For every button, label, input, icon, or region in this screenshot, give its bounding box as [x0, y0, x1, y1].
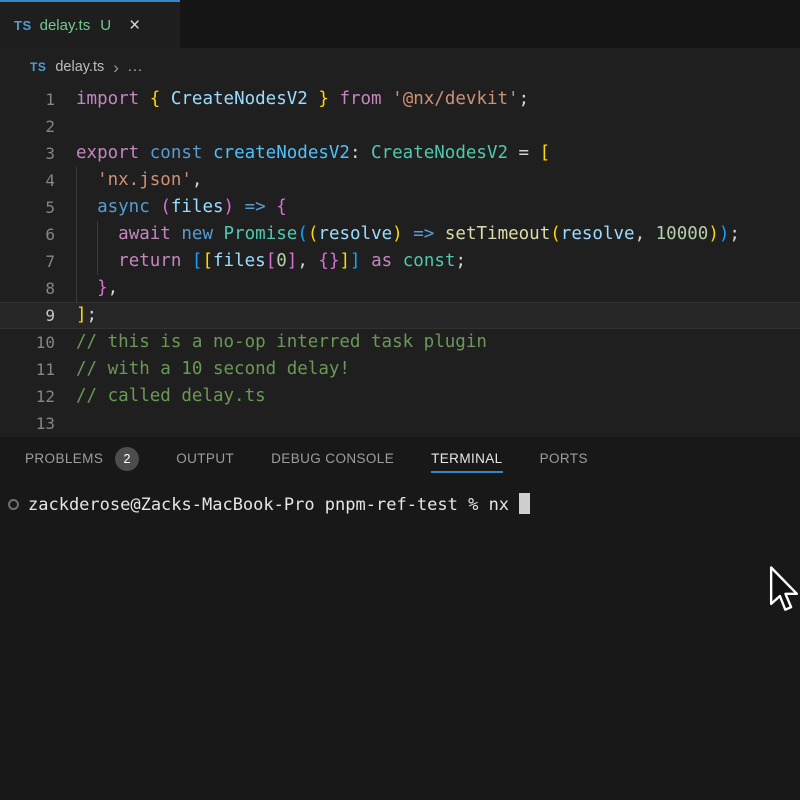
tab-delay-ts[interactable]: TS delay.ts U ×: [0, 0, 180, 48]
code-content: // this is a no-op interred task plugin: [76, 329, 487, 356]
code-content: 'nx.json',: [76, 167, 202, 194]
code-line-4[interactable]: 4 'nx.json',: [0, 167, 800, 194]
line-number: 10: [0, 329, 76, 356]
code-line-10[interactable]: 10// this is a no-op interred task plugi…: [0, 329, 800, 356]
line-number: 1: [0, 86, 76, 113]
indent-guide: [97, 221, 98, 248]
tab-filename: delay.ts: [40, 17, 91, 34]
indent-guide: [76, 167, 77, 194]
line-number: 5: [0, 194, 76, 221]
panel-tab-label: TERMINAL: [431, 446, 502, 473]
problems-count-badge: 2: [115, 447, 139, 471]
breadcrumb: TS delay.ts › ...: [0, 48, 800, 86]
panel-tab-label: PROBLEMS: [25, 446, 103, 473]
code-line-11[interactable]: 11// with a 10 second delay!: [0, 356, 800, 383]
code-line-9[interactable]: 9];: [0, 302, 800, 329]
code-line-3[interactable]: 3export const createNodesV2: CreateNodes…: [0, 140, 800, 167]
panel-tab-debug-console[interactable]: DEBUG CONSOLE: [271, 446, 394, 473]
panel-tab-label: OUTPUT: [176, 446, 234, 473]
code-content: ];: [76, 302, 97, 329]
code-line-8[interactable]: 8 },: [0, 275, 800, 302]
line-number: 8: [0, 275, 76, 302]
panel-tab-output[interactable]: OUTPUT: [176, 446, 234, 473]
editor-tab-bar: TS delay.ts U ×: [0, 0, 800, 48]
vscode-window: TS delay.ts U × TS delay.ts › ... 1impor…: [0, 0, 800, 800]
line-number: 2: [0, 113, 76, 140]
chevron-right-icon: ›: [113, 59, 119, 76]
code-content: export const createNodesV2: CreateNodesV…: [76, 140, 550, 167]
panel-tab-problems[interactable]: PROBLEMS 2: [25, 446, 139, 473]
panel-tab-terminal[interactable]: TERMINAL: [431, 446, 502, 473]
terminal-view[interactable]: zackderose@Zacks-MacBook-Pro pnpm-ref-te…: [0, 481, 800, 517]
line-number: 13: [0, 410, 76, 437]
tab-bar-empty-space: [180, 0, 800, 48]
code-content: // with a 10 second delay!: [76, 356, 350, 383]
code-line-1[interactable]: 1import { CreateNodesV2 } from '@nx/devk…: [0, 86, 800, 113]
line-number: 9: [0, 302, 76, 329]
typescript-file-icon: TS: [14, 18, 32, 33]
line-number: 3: [0, 140, 76, 167]
line-number: 12: [0, 383, 76, 410]
code-content: await new Promise((resolve) => setTimeou…: [76, 221, 740, 248]
code-content: return [[files[0], {}]] as const;: [76, 248, 466, 275]
line-number: 7: [0, 248, 76, 275]
command-decoration-circle-icon: [8, 499, 19, 510]
code-lines: 1import { CreateNodesV2 } from '@nx/devk…: [0, 86, 800, 437]
panel-tab-ports[interactable]: PORTS: [540, 446, 588, 473]
line-number: 11: [0, 356, 76, 383]
code-line-6[interactable]: 6 await new Promise((resolve) => setTime…: [0, 221, 800, 248]
code-content: // called delay.ts: [76, 383, 266, 410]
breadcrumb-file[interactable]: delay.ts: [55, 59, 104, 75]
close-icon[interactable]: ×: [129, 16, 140, 35]
indent-guide: [97, 248, 98, 275]
panel-tab-label: PORTS: [540, 446, 588, 473]
line-number: 4: [0, 167, 76, 194]
indent-guide: [76, 275, 77, 302]
code-line-7[interactable]: 7 return [[files[0], {}]] as const;: [0, 248, 800, 275]
panel-tab-bar: PROBLEMS 2 OUTPUT DEBUG CONSOLE TERMINAL PORT…: [0, 437, 800, 481]
indent-guide: [76, 248, 77, 275]
code-content: async (files) => {: [76, 194, 287, 221]
code-line-5[interactable]: 5 async (files) => {: [0, 194, 800, 221]
panel-tab-label: DEBUG CONSOLE: [271, 446, 394, 473]
code-line-12[interactable]: 12// called delay.ts: [0, 383, 800, 410]
git-untracked-badge: U: [100, 17, 111, 34]
bottom-panel: PROBLEMS 2 OUTPUT DEBUG CONSOLE TERMINAL PORT…: [0, 437, 800, 800]
code-content: },: [76, 275, 118, 302]
code-line-2[interactable]: 2: [0, 113, 800, 140]
terminal-prompt-text: zackderose@Zacks-MacBook-Pro pnpm-ref-te…: [28, 493, 530, 515]
typescript-file-icon: TS: [30, 60, 46, 74]
code-editor[interactable]: 1import { CreateNodesV2 } from '@nx/devk…: [0, 86, 800, 437]
line-number: 6: [0, 221, 76, 248]
indent-guide: [76, 194, 77, 221]
breadcrumb-symbol-ellipsis[interactable]: ...: [128, 59, 143, 75]
terminal-prompt-line[interactable]: zackderose@Zacks-MacBook-Pro pnpm-ref-te…: [8, 491, 800, 517]
indent-guide: [76, 221, 77, 248]
code-content: import { CreateNodesV2 } from '@nx/devki…: [76, 86, 529, 113]
terminal-block-cursor: [519, 493, 530, 514]
code-line-13[interactable]: 13: [0, 410, 800, 437]
